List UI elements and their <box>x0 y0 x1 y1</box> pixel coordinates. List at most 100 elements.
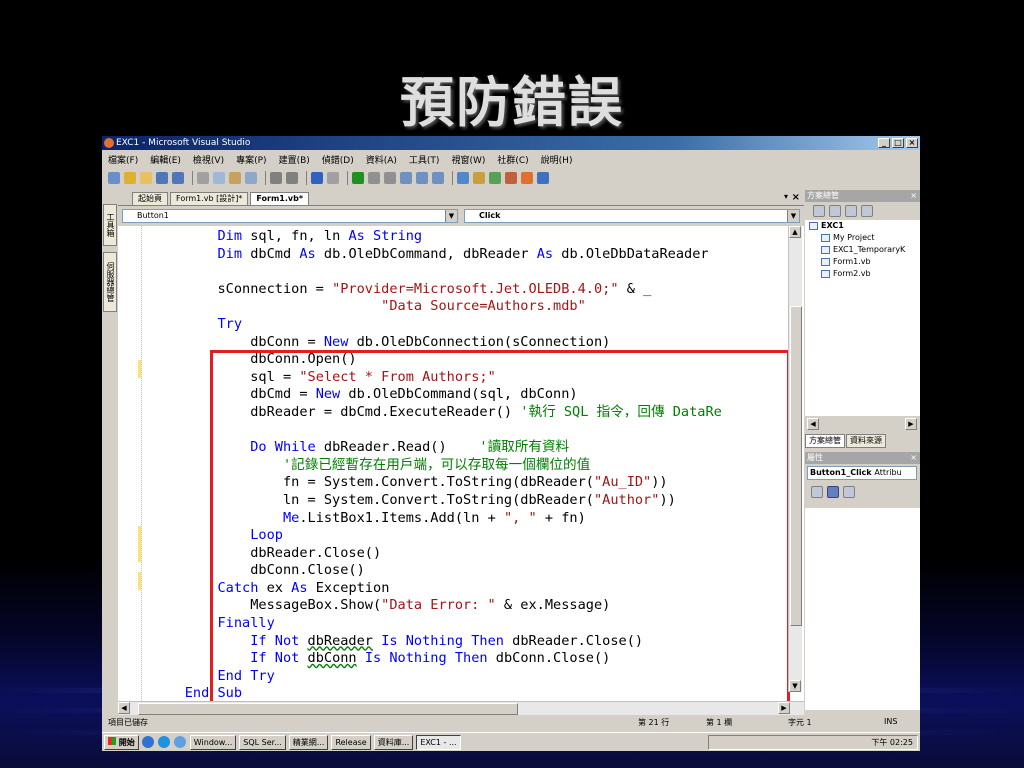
tree-node[interactable]: My Project <box>805 232 920 244</box>
open-folder-icon[interactable] <box>140 172 152 184</box>
close-document-icon[interactable]: × <box>792 192 800 203</box>
scroll-up-icon[interactable]: ▲ <box>789 226 801 238</box>
comment-icon[interactable] <box>270 172 282 184</box>
stop-icon[interactable] <box>384 172 396 184</box>
properties-icon[interactable] <box>473 172 485 184</box>
document-tab[interactable]: 起始頁 <box>132 192 168 205</box>
media-icon[interactable] <box>157 736 170 748</box>
taskbar-button[interactable]: EXC1 - ... <box>416 734 461 750</box>
tree-node[interactable]: EXC1_TemporaryK <box>805 244 920 256</box>
taskbar-button[interactable]: 資料庫... <box>373 734 414 750</box>
menu-item[interactable]: 檢視(V) <box>193 153 224 166</box>
menu-item[interactable]: 資料(A) <box>366 153 397 166</box>
show-all-files-icon[interactable] <box>829 205 841 217</box>
tree-node[interactable]: Form1.vb <box>805 256 920 268</box>
code-token: New <box>323 333 349 350</box>
menu-item[interactable]: 建置(B) <box>279 153 310 166</box>
horizontal-scrollbar[interactable]: ◀ ▶ <box>118 701 804 715</box>
undo-icon[interactable] <box>311 172 323 184</box>
scroll-right-icon[interactable]: ▶ <box>905 418 917 430</box>
close-icon[interactable]: × <box>910 190 917 202</box>
tree-node-label: My Project <box>833 233 875 242</box>
step-out-icon[interactable] <box>432 172 444 184</box>
scroll-left-icon[interactable]: ◀ <box>118 702 130 714</box>
code-token: New <box>315 386 341 403</box>
document-tab[interactable]: Form1.vb* <box>250 192 310 205</box>
start-debug-icon[interactable] <box>352 172 364 184</box>
object-browser-icon[interactable] <box>489 172 501 184</box>
toolbox-tab[interactable]: 工具箱 <box>103 204 117 246</box>
scroll-right-icon[interactable]: ▶ <box>778 702 790 714</box>
scroll-left-icon[interactable]: ◀ <box>807 418 819 430</box>
code-token: "Select * From Authors;" <box>299 368 496 385</box>
find-icon[interactable] <box>245 172 257 184</box>
changed-line-marker <box>138 360 141 378</box>
menu-item[interactable]: 視窗(W) <box>451 153 485 166</box>
minimize-button[interactable]: _ <box>878 138 890 148</box>
save-icon[interactable] <box>156 172 168 184</box>
properties-object: Button1_Click <box>810 468 872 477</box>
step-into-icon[interactable] <box>400 172 412 184</box>
property-pages-icon[interactable] <box>843 486 855 498</box>
tab-list-dropdown-icon[interactable]: ▾ <box>784 192 788 201</box>
command-window-icon[interactable] <box>537 172 549 184</box>
close-icon[interactable]: × <box>910 452 917 464</box>
toolbox-icon[interactable] <box>505 172 517 184</box>
code-editor-document: 起始頁 Form1.vb [設計]* Form1.vb* ▾ × Button1 ▼… <box>118 190 804 715</box>
internet-explorer-icon[interactable] <box>141 736 154 748</box>
event-dropdown[interactable]: Click ▼ <box>464 209 800 223</box>
cut-icon[interactable] <box>197 172 209 184</box>
menu-item[interactable]: 編輯(E) <box>150 153 181 166</box>
redo-icon[interactable] <box>327 172 339 184</box>
menu-item[interactable]: 工具(T) <box>409 153 440 166</box>
menu-item[interactable]: 檔案(F) <box>108 153 138 166</box>
properties-object-dropdown[interactable]: Button1_Click Attribu <box>807 466 917 480</box>
taskbar-button[interactable]: Release <box>331 734 371 750</box>
server-explorer-tab[interactable]: 伺服器總管 <box>103 252 117 312</box>
tree-node[interactable]: Form2.vb <box>805 268 920 280</box>
view-code-icon[interactable] <box>861 205 873 217</box>
scroll-down-icon[interactable]: ▼ <box>789 680 801 692</box>
add-project-icon[interactable] <box>108 172 120 184</box>
pause-icon[interactable] <box>368 172 380 184</box>
categorized-icon[interactable] <box>811 486 823 498</box>
start-page-icon[interactable] <box>521 172 533 184</box>
file-icon <box>821 269 830 278</box>
close-button[interactable]: × <box>906 138 918 148</box>
taskbar-button[interactable]: 精業網... <box>288 734 329 750</box>
code-token: Me <box>282 509 300 526</box>
solution-explorer-icon[interactable] <box>457 172 469 184</box>
properties-icon[interactable] <box>813 205 825 217</box>
document-tab[interactable]: Form1.vb [設計]* <box>170 192 249 205</box>
code-token: "Au_ID" <box>593 474 652 491</box>
menu-item[interactable]: 社群(C) <box>497 153 528 166</box>
copy-icon[interactable] <box>213 172 225 184</box>
code-text[interactable]: Dim sql, fn, ln As String Dim dbCmd As d… <box>152 228 792 701</box>
alphabetical-icon[interactable] <box>827 486 839 498</box>
tab-data-sources[interactable]: 資料來源 <box>846 434 886 448</box>
properties-grid[interactable] <box>805 508 920 710</box>
taskbar-button[interactable]: SQL Ser... <box>239 734 286 750</box>
tab-solution-explorer[interactable]: 方案總管 <box>805 434 845 448</box>
menu-item[interactable]: 偵錯(D) <box>322 153 354 166</box>
maximize-button[interactable]: □ <box>892 138 904 148</box>
new-item-icon[interactable] <box>124 172 136 184</box>
menu-item[interactable]: 專案(P) <box>236 153 266 166</box>
code-line: "Data Source=Authors.mdb" <box>152 298 792 316</box>
save-all-icon[interactable] <box>172 172 184 184</box>
browser-icon[interactable] <box>173 736 186 748</box>
paste-icon[interactable] <box>229 172 241 184</box>
menu-item[interactable]: 說明(H) <box>541 153 573 166</box>
vertical-scrollbar[interactable]: ▲ ▼ <box>788 226 802 692</box>
code-token: Is Nothing Then <box>381 632 504 649</box>
taskbar-button[interactable]: Window... <box>189 734 237 750</box>
step-over-icon[interactable] <box>416 172 428 184</box>
scrollbar-thumb[interactable] <box>790 306 802 626</box>
start-button[interactable]: 開始 <box>104 734 139 750</box>
object-dropdown[interactable]: Button1 ▼ <box>122 209 458 223</box>
tree-node-root[interactable]: EXC1 <box>805 220 920 232</box>
uncomment-icon[interactable] <box>286 172 298 184</box>
refresh-icon[interactable] <box>845 205 857 217</box>
code-editor[interactable]: Dim sql, fn, ln As String Dim dbCmd As d… <box>118 226 804 701</box>
